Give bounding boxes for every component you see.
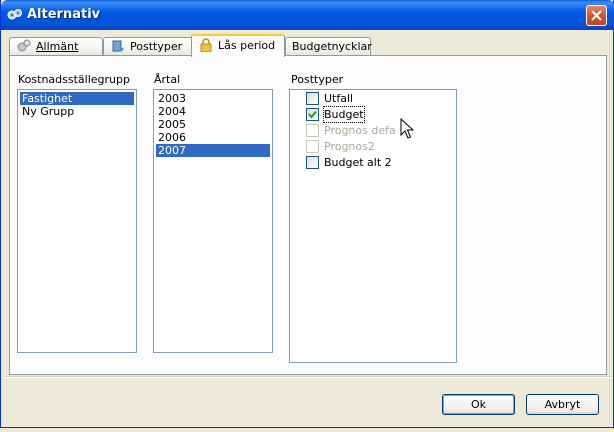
year-label: Årtal: [154, 73, 181, 86]
post-type-label: Budget: [323, 106, 365, 123]
post-type-label: Utfall: [324, 92, 354, 105]
post-type-label: Budget alt 2: [324, 156, 392, 169]
mouse-cursor-icon: [400, 118, 414, 139]
tab-budget-keys[interactable]: Budgetnycklar: [285, 37, 372, 56]
checkbox[interactable]: [306, 92, 319, 105]
checkbox-disabled: [306, 140, 319, 153]
cost-center-group-label: Kostnadsställegrupp: [18, 73, 130, 86]
settings-gear-icon: [7, 8, 23, 22]
checkbox-disabled: [306, 124, 319, 137]
cost-center-group-list[interactable]: Fastighet Ny Grupp: [17, 89, 137, 353]
list-item[interactable]: Ny Grupp: [20, 105, 134, 118]
window-title: Alternativ: [27, 7, 101, 22]
post-type-prognos2: Prognos2: [306, 139, 446, 155]
tab-post-types[interactable]: Posttyper: [103, 37, 193, 56]
separator: [5, 376, 611, 378]
gears-icon: [16, 39, 32, 53]
post-type-prognos-default: Prognos defa: [306, 123, 446, 139]
list-item[interactable]: 2003: [156, 92, 270, 105]
tab-lock-period[interactable]: Lås period: [191, 34, 285, 57]
year-list[interactable]: 2003 2004 2005 2006 2007: [153, 89, 273, 353]
close-icon: [591, 10, 602, 21]
list-item[interactable]: 2004: [156, 105, 270, 118]
post-type-label: Prognos defa: [324, 124, 396, 137]
lock-period-panel: Kostnadsställegrupp Fastighet Ny Grupp Å…: [9, 55, 607, 375]
list-item[interactable]: Fastighet: [20, 92, 134, 105]
post-type-budget[interactable]: Budget: [306, 106, 446, 123]
tab-budget-keys-label: Budgetnycklar: [292, 40, 372, 53]
checkmark-icon: [308, 110, 317, 119]
lock-icon: [198, 38, 214, 53]
post-types-checklist: Utfall Budget Prognos defa Prognos2 Budg…: [289, 89, 457, 363]
list-item[interactable]: 2005: [156, 118, 270, 131]
title-bar[interactable]: Alternativ: [1, 0, 614, 30]
tab-lock-period-label: Lås period: [218, 39, 276, 52]
checkbox-checked[interactable]: [306, 108, 319, 121]
ok-button[interactable]: Ok: [442, 394, 515, 415]
cancel-button[interactable]: Avbryt: [526, 394, 599, 415]
tab-bar: Allmänt Posttyper Lås period Budgetnyckl…: [9, 34, 607, 57]
post-type-utfall[interactable]: Utfall: [306, 91, 446, 107]
close-button[interactable]: [586, 5, 607, 26]
list-item[interactable]: 2007: [156, 144, 270, 157]
tab-general[interactable]: Allmänt: [9, 37, 103, 56]
post-type-label: Prognos2: [324, 140, 375, 153]
post-type-budget-alt-2[interactable]: Budget alt 2: [306, 155, 446, 171]
checkbox[interactable]: [306, 156, 319, 169]
tab-post-types-label: Posttyper: [130, 40, 183, 53]
post-types-label: Posttyper: [291, 73, 344, 86]
tab-general-label: Allmänt: [36, 40, 79, 53]
options-dialog: Alternativ Allmänt Posttyper Lås period …: [0, 0, 614, 428]
list-item[interactable]: 2006: [156, 131, 270, 144]
posttyper-icon: [110, 39, 126, 53]
